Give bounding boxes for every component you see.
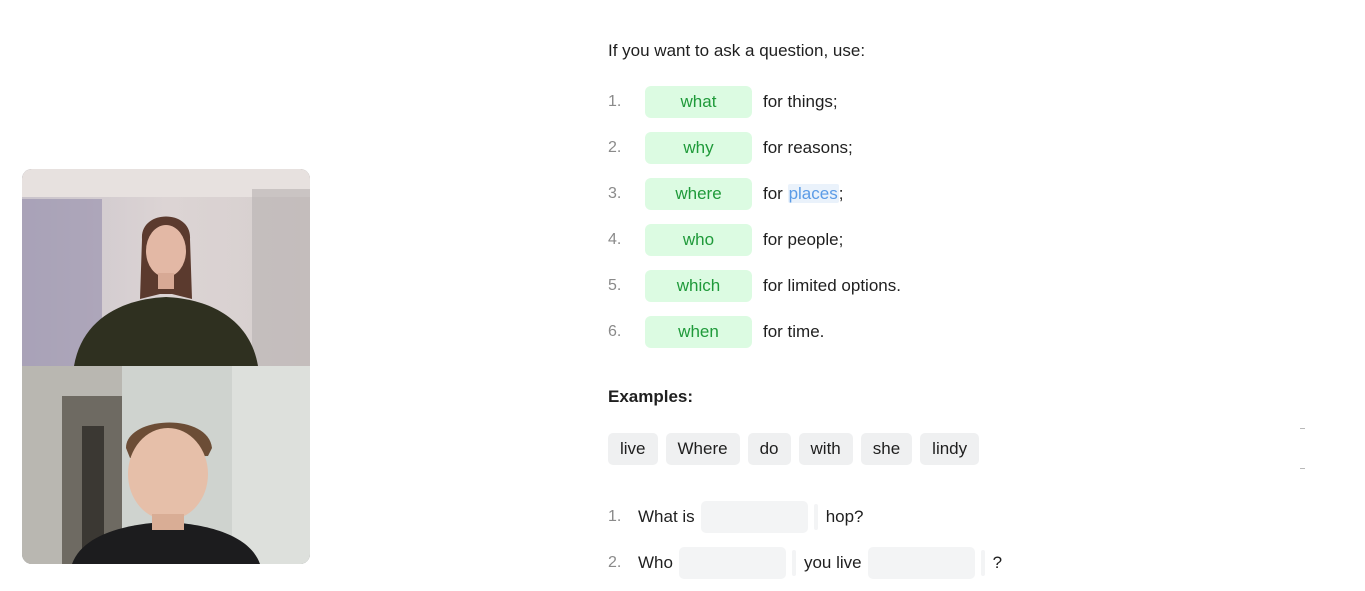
intro-text: If you want to ask a question, use: [608,41,866,60]
exercise-number: 2. [608,554,622,571]
word-chip-with[interactable]: with [798,433,853,465]
item-description: for things; [763,92,838,111]
word-bank: live Where do with she lindy [608,433,987,465]
list-item: 5. which for limited options. [608,270,901,302]
slot-divider [813,504,818,530]
item-description: for people; [763,230,844,249]
item-number: 6. [608,323,622,340]
scroll-indicator-mark [1300,428,1305,429]
answer-drop-slot[interactable] [700,501,808,533]
list-item: 4. who for people; [608,224,901,256]
description-prefix: for [763,184,788,203]
slot-divider [980,550,985,576]
word-chip-live[interactable]: live [608,433,658,465]
exercise-text-before: What is [638,507,695,526]
item-number: 2. [608,139,622,156]
question-word-list: 1. what for things; 2. why for reasons; … [608,86,901,362]
question-word-pill: who [645,224,752,256]
exercise-text-after: hop? [825,507,864,526]
examples-heading: Examples: [608,387,694,406]
video-call-panel [22,169,310,564]
item-number: 3. [608,185,622,202]
item-number: 5. [608,277,622,294]
word-chip-she[interactable]: she [860,433,913,465]
question-word-pill: which [645,270,752,302]
item-number: 1. [608,93,622,110]
answer-drop-slot[interactable] [678,547,786,579]
exercise-text-middle: you live [803,553,862,572]
question-word-pill: why [645,132,752,164]
item-description: for reasons; [763,138,853,157]
participant-video-2 [22,366,310,564]
exercise-text-before: Who [638,553,673,572]
participant-video-1 [22,169,310,366]
answer-drop-slot[interactable] [867,547,975,579]
list-item: 2. why for reasons; [608,132,901,164]
item-description: for limited options. [763,276,901,295]
word-chip-do[interactable]: do [747,433,791,465]
exercise-row-1: 1. What is hop? [608,501,864,533]
description-suffix: ; [838,184,844,203]
scroll-indicator-mark [1300,468,1305,469]
list-item: 6. when for time. [608,316,901,348]
word-chip-lindy[interactable]: lindy [920,433,980,465]
highlighted-word[interactable]: places [787,184,839,203]
list-item: 3. where for places; [608,178,901,210]
exercise-row-2: 2. Who you live ? [608,547,1002,579]
slot-divider [791,550,796,576]
word-chip-where[interactable]: Where [665,433,740,465]
exercise-text-after: ? [992,553,1003,572]
question-word-pill: when [645,316,752,348]
list-item: 1. what for things; [608,86,901,118]
item-number: 4. [608,231,622,248]
question-word-pill: where [645,178,752,210]
question-word-pill: what [645,86,752,118]
exercise-number: 1. [608,508,622,525]
item-description: for places; [763,184,843,204]
item-description: for time. [763,322,825,341]
